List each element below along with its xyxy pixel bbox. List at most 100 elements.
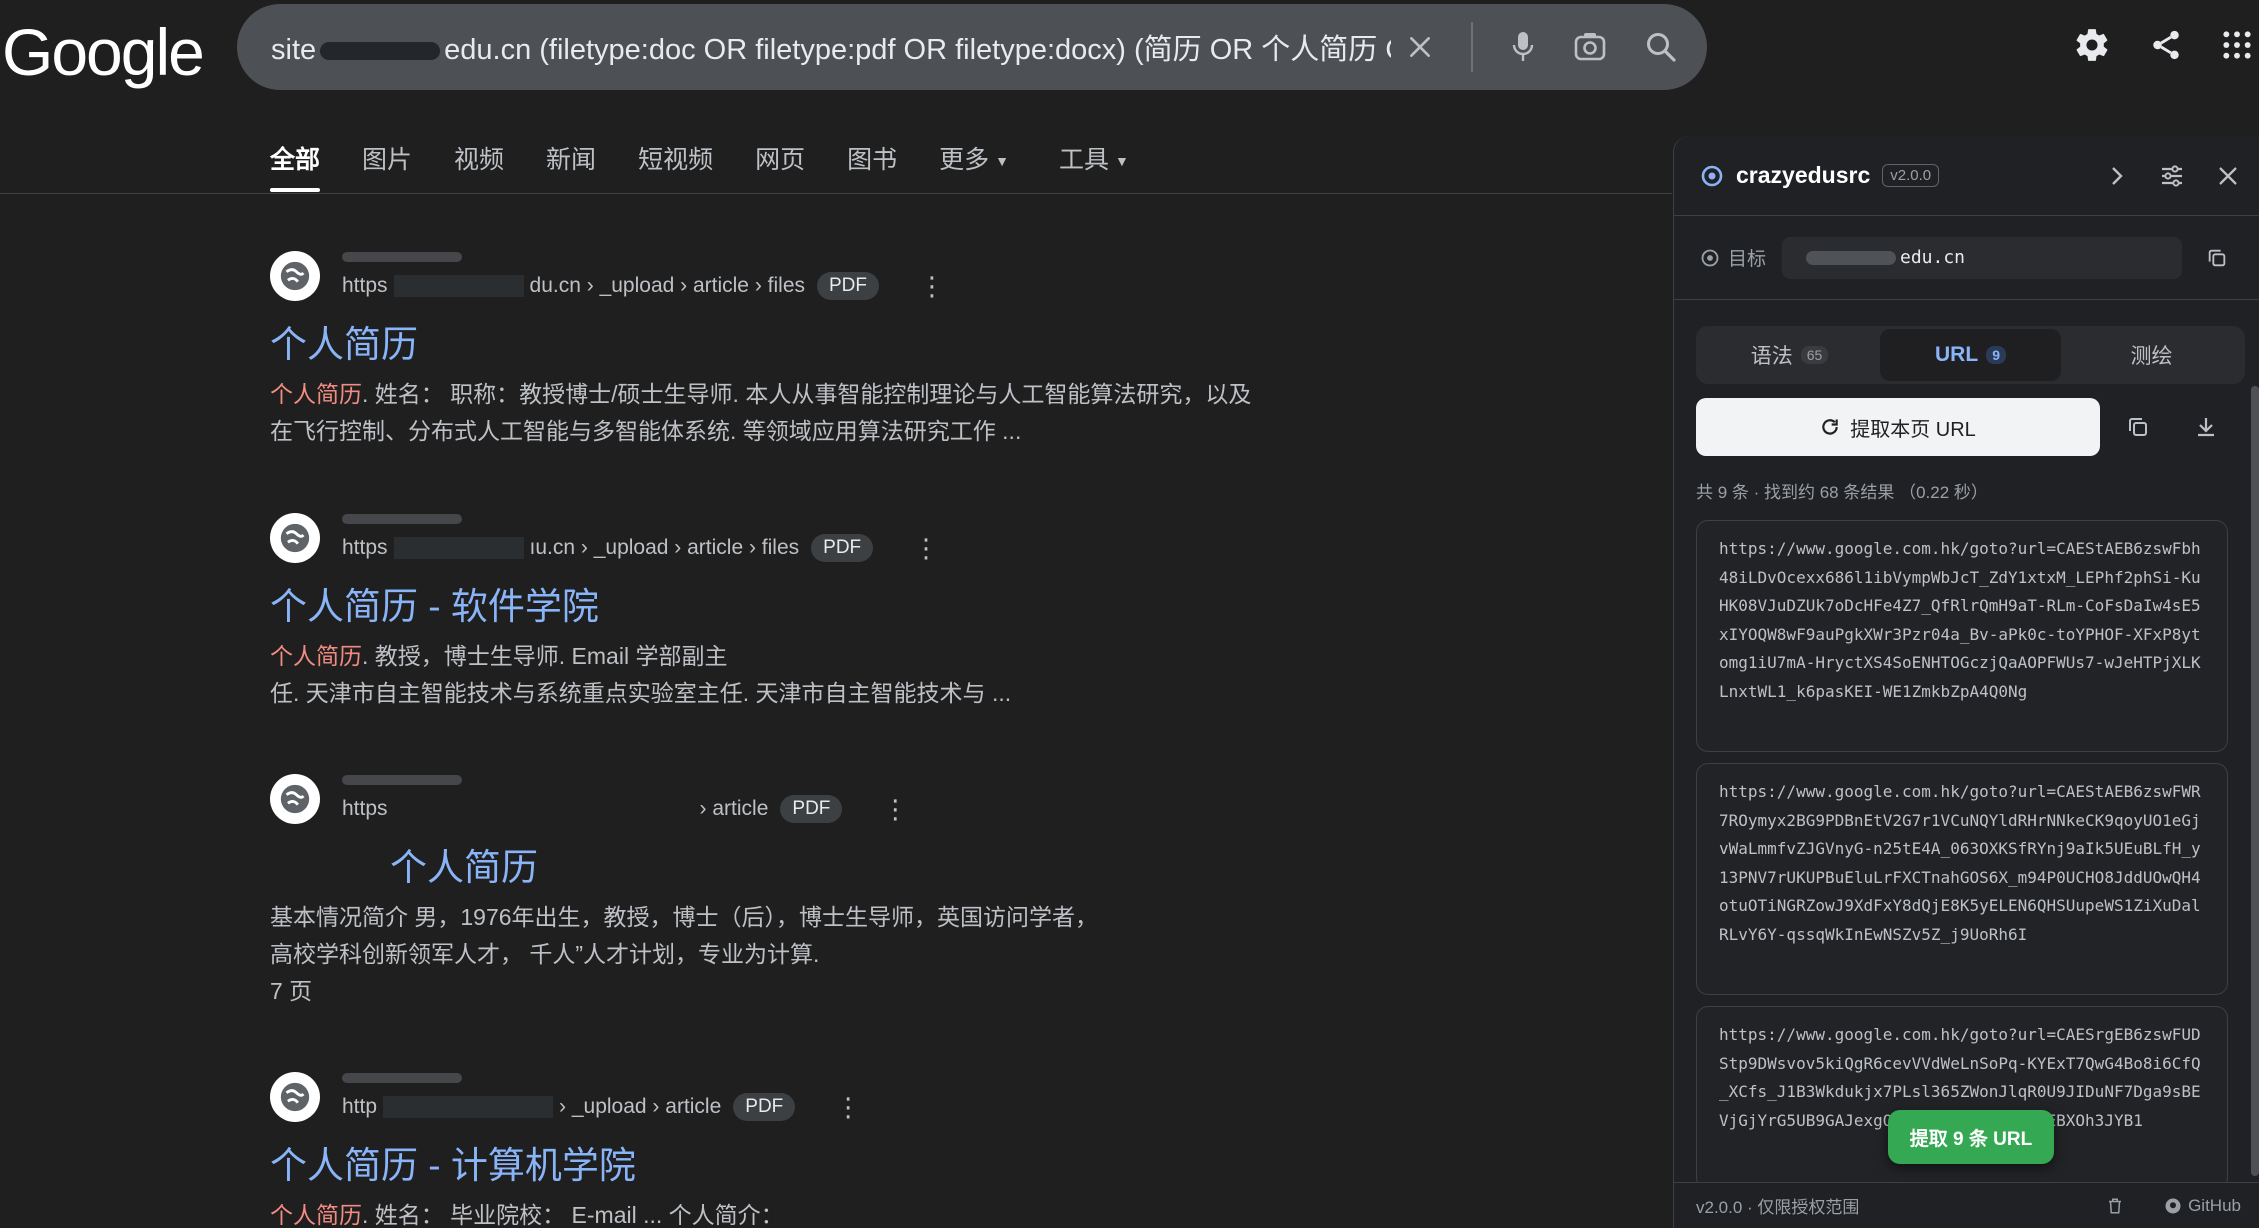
url-card[interactable]: https://www.google.com.hk/goto?url=CAESt…: [1696, 520, 2228, 752]
redaction-block: [394, 798, 694, 820]
target-domain-input[interactable]: edu.cn: [1782, 236, 2182, 279]
pdf-badge: PDF: [733, 1093, 796, 1121]
tab-news[interactable]: 新闻: [546, 140, 596, 192]
trash-icon[interactable]: [2106, 1196, 2124, 1216]
snippet-highlight: 个人简历: [270, 643, 362, 669]
url-scheme: https: [342, 536, 388, 559]
result-url[interactable]: https du.cn › _upload › article › files P…: [342, 272, 945, 300]
result-title[interactable]: 个人简历 - 计算机学院: [270, 1135, 1390, 1189]
tab-label: 语法: [1750, 345, 1793, 368]
search-input[interactable]: site edu.cn (filetype:doc OR filetype:pdf…: [271, 26, 1391, 68]
tab-url[interactable]: URL 9: [1880, 329, 2061, 381]
tab-label: 测绘: [2130, 345, 2173, 368]
result-title[interactable]: 个人简历: [270, 314, 1390, 368]
footer-text: v2.0.0 · 仅限授权范围: [1696, 1198, 1860, 1217]
snippet-line: 高校学科创新领军人才， 千人”人才计划，专业为计算.: [270, 941, 820, 967]
tab-images[interactable]: 图片: [362, 140, 412, 192]
sliders-icon[interactable]: [2159, 164, 2185, 188]
google-logo[interactable]: Google: [2, 14, 205, 90]
redaction-block: [1806, 250, 1896, 265]
snippet-highlight: 个人简历: [270, 1202, 362, 1228]
search-tabs: 全部 图片 视频 新闻 短视频 网页 图书 更多 ▼ 工具 ▼: [270, 140, 1129, 192]
version-badge: v2.0.0: [1882, 164, 1940, 187]
copy-icon[interactable]: [2206, 247, 2228, 269]
result-title[interactable]: 个人简历 - 软件学院: [270, 576, 1390, 630]
share-icon[interactable]: [2149, 28, 2183, 62]
search-icon[interactable]: [1645, 31, 1677, 63]
globe-icon: [270, 1072, 320, 1122]
more-options-icon[interactable]: ⋮: [913, 535, 939, 561]
panel-brand: crazyedusrc: [1736, 162, 1871, 188]
page-count: 7 页: [270, 978, 313, 1004]
result-stats: 共 9 条 · 找到约 68 条结果 （0.22 秒）: [1696, 483, 1988, 502]
extract-all-button[interactable]: 提取 9 条 URL: [1888, 1110, 2054, 1164]
tab-videos[interactable]: 视频: [454, 140, 504, 192]
count-badge: 65: [1800, 346, 1829, 364]
lens-icon[interactable]: [1573, 31, 1607, 63]
globe-icon: [270, 513, 320, 563]
more-options-icon[interactable]: ⋮: [835, 1094, 861, 1120]
target-label: 目标: [1728, 249, 1767, 270]
url-path: › _upload › article: [559, 1095, 722, 1118]
tab-books[interactable]: 图书: [847, 140, 897, 192]
result-url[interactable]: https ıu.cn › _upload › article › files P…: [342, 534, 939, 562]
tab-mapping[interactable]: 测绘: [2061, 329, 2242, 381]
panel-footer: v2.0.0 · 仅限授权范围 GitHub: [1674, 1182, 2259, 1228]
result-title-text: 个人简历: [390, 847, 538, 888]
url-scheme: http: [342, 1095, 378, 1118]
search-query-suffix: edu.cn (filetype:doc OR filetype:pdf OR …: [444, 34, 1391, 66]
redaction-block: [342, 775, 462, 785]
search-result: http › _upload › article PDF ⋮ 个人简历 - 计算机…: [270, 1069, 1390, 1228]
github-icon: [2165, 1198, 2181, 1213]
apps-grid-icon[interactable]: [2221, 29, 2253, 61]
url-path: ıu.cn › _upload › article › files: [529, 536, 800, 559]
more-options-icon[interactable]: ⋮: [919, 273, 945, 299]
caret-down-icon: ▼: [995, 153, 1009, 170]
tab-web[interactable]: 网页: [755, 140, 805, 192]
github-link[interactable]: GitHub: [2164, 1196, 2241, 1216]
gear-icon[interactable]: [2073, 26, 2111, 64]
globe-icon: [270, 774, 320, 824]
refresh-icon: [1820, 417, 1840, 437]
tab-label: URL: [1935, 343, 1979, 366]
tab-more[interactable]: 更多 ▼: [939, 140, 1009, 192]
divider: [1471, 22, 1473, 72]
tab-tools[interactable]: 工具 ▼: [1059, 140, 1129, 192]
panel-header: crazyedusrc v2.0.0: [1674, 136, 2259, 216]
url-card[interactable]: https://www.google.com.hk/goto?url=CAESt…: [1696, 763, 2228, 995]
redaction-block: [342, 252, 462, 262]
result-title[interactable]: 个人简历: [270, 837, 1390, 891]
globe-icon: [270, 251, 320, 301]
close-icon[interactable]: [2217, 165, 2239, 187]
snippet-line: . 姓名： 毕业院校： E-mail ... 个人简介：: [362, 1202, 784, 1228]
result-snippet: 基本情况简介 男，1976年出生，教授，博士（后），博士生导师，英国访问学者， …: [270, 899, 1390, 973]
search-result: https › article PDF ⋮ 个人简历 基本情况简介 男，1976年…: [270, 771, 1390, 1010]
result-snippet: 个人简历. 姓名： 毕业院校： E-mail ... 个人简介：: [270, 1197, 1390, 1228]
tab-short-videos[interactable]: 短视频: [638, 140, 713, 192]
more-options-icon[interactable]: ⋮: [882, 796, 908, 822]
target-row: 目标 edu.cn: [1674, 216, 2259, 300]
clear-icon[interactable]: [1407, 34, 1433, 60]
chevron-right-icon[interactable]: [2107, 164, 2127, 188]
extension-panel: crazyedusrc v2.0.0 目标 edu.cn 语法 65 URL 9: [1673, 136, 2259, 1228]
extract-urls-button[interactable]: 提取本页 URL: [1696, 398, 2100, 456]
microphone-icon[interactable]: [1511, 30, 1535, 64]
redaction-block: [383, 1096, 554, 1118]
result-url[interactable]: https › article PDF ⋮: [342, 795, 908, 823]
result-url[interactable]: http › _upload › article PDF ⋮: [342, 1093, 861, 1121]
tab-more-label: 更多: [939, 146, 990, 174]
tab-tools-label: 工具: [1058, 146, 1109, 174]
redaction-block: [320, 42, 441, 61]
search-bar[interactable]: site edu.cn (filetype:doc OR filetype:pdf…: [237, 4, 1707, 90]
snippet-line: 基本情况简介 男，1976年出生，教授，博士（后），博士生导师，英国访问学者，: [270, 904, 1099, 930]
count-badge: 9: [1986, 346, 2006, 364]
copy-all-icon[interactable]: [2126, 415, 2150, 439]
download-icon[interactable]: [2194, 415, 2218, 439]
tab-all[interactable]: 全部: [270, 140, 321, 192]
tab-syntax[interactable]: 语法 65: [1699, 329, 1880, 381]
scrollbar[interactable]: [2251, 386, 2259, 1176]
tabs-divider: [0, 193, 1672, 194]
url-path: › article: [699, 797, 769, 820]
extract-label: 提取本页 URL: [1850, 418, 1976, 441]
snippet-line: . 姓名： 职称：教授博士/硕士生导师. 本人从事智能控制理论与人工智能算法研究…: [362, 381, 1252, 407]
